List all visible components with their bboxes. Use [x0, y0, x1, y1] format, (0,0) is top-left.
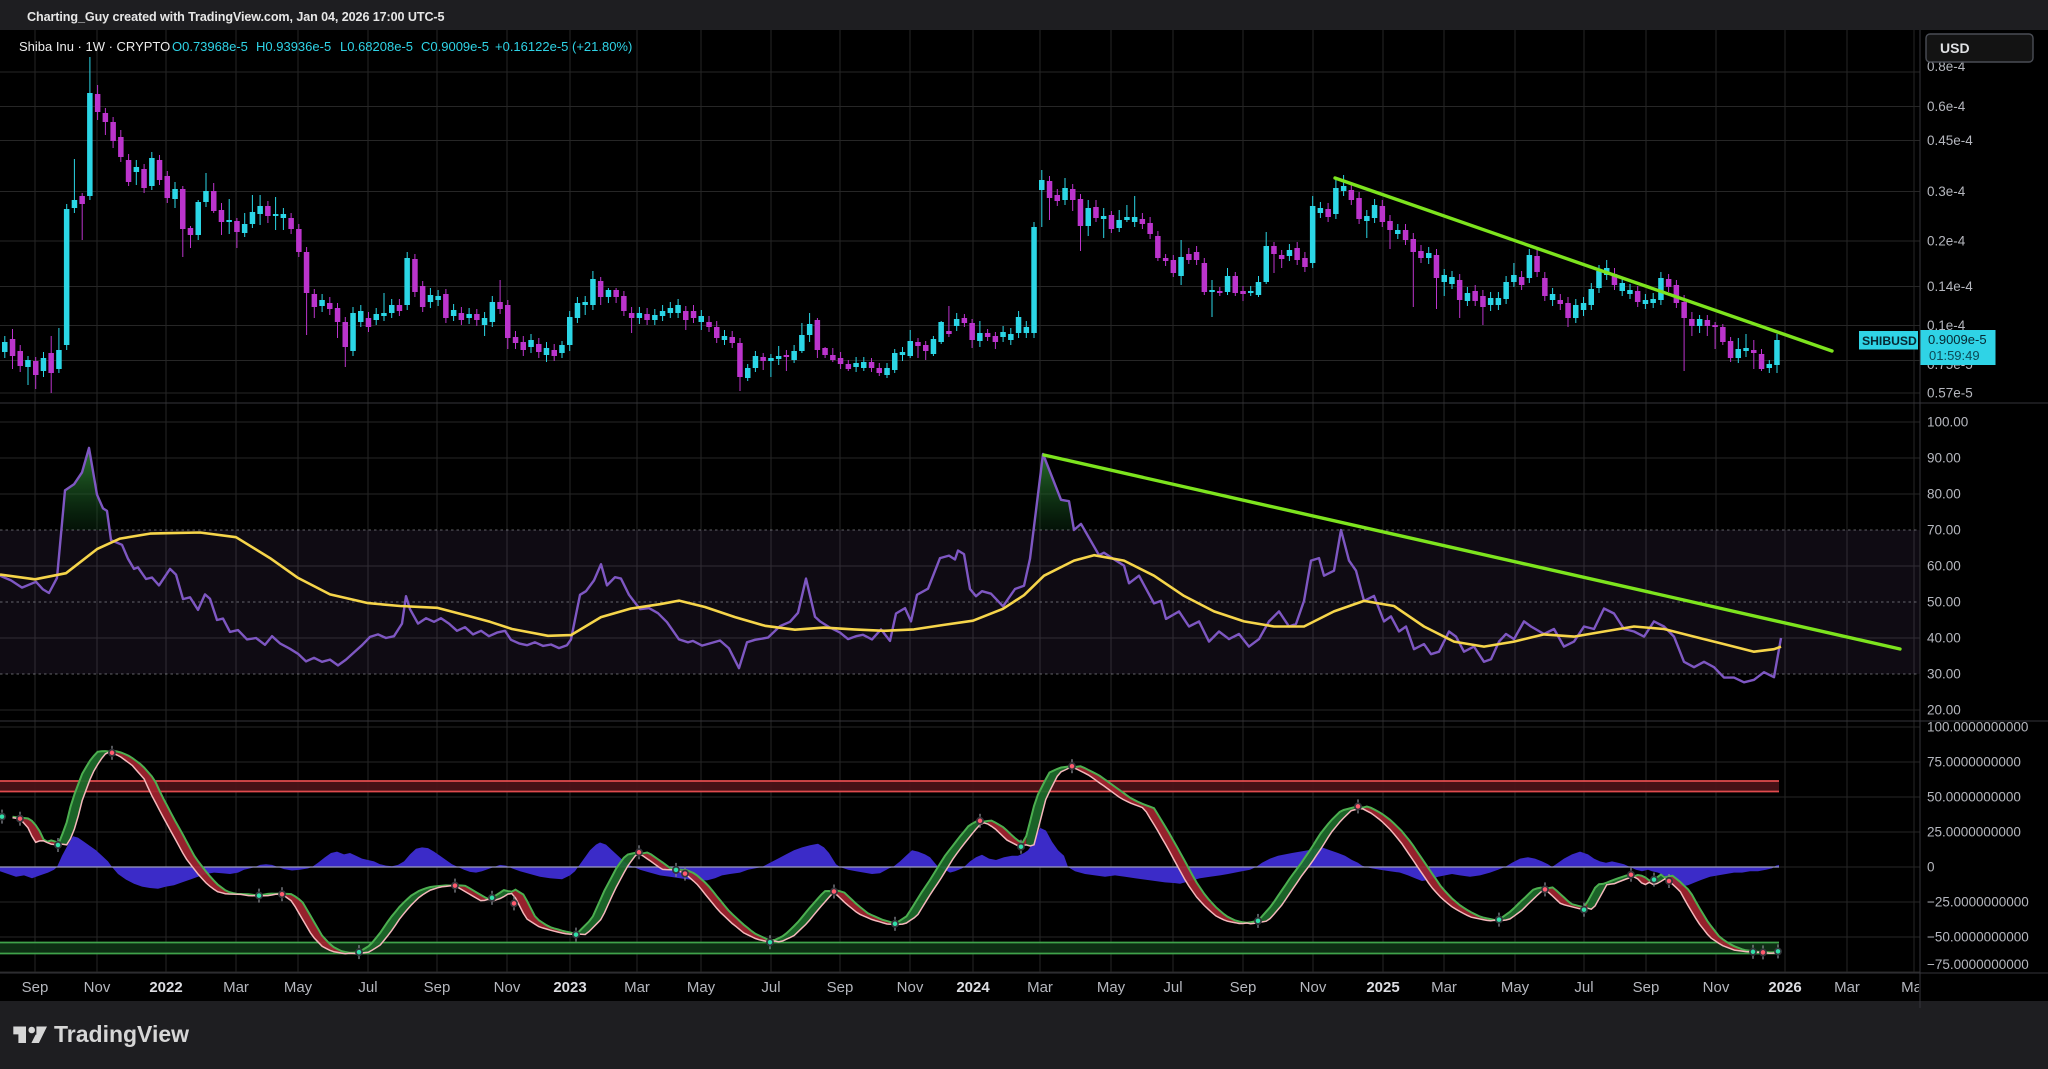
svg-text:Shiba Inu · 1W · CRYPTO: Shiba Inu · 1W · CRYPTO: [19, 39, 170, 54]
svg-text:0: 0: [1927, 860, 1935, 875]
svg-text:60.00: 60.00: [1927, 559, 1961, 574]
svg-text:Mar: Mar: [1431, 979, 1457, 996]
svg-text:−50.0000000000: −50.0000000000: [1927, 930, 2029, 945]
svg-text:Jul: Jul: [1163, 979, 1182, 996]
svg-text:Charting_Guy created with Trad: Charting_Guy created with TradingView.co…: [27, 10, 445, 24]
svg-text:Nov: Nov: [1703, 979, 1730, 996]
svg-text:Jul: Jul: [358, 979, 377, 996]
svg-text:2022: 2022: [149, 979, 182, 996]
svg-text:Nov: Nov: [84, 979, 111, 996]
svg-text:May: May: [284, 979, 313, 996]
svg-text:May: May: [1501, 979, 1530, 996]
svg-text:0.57e-5: 0.57e-5: [1927, 386, 1973, 401]
svg-text:Sep: Sep: [22, 979, 49, 996]
svg-text:May: May: [687, 979, 716, 996]
svg-text:0.45e-4: 0.45e-4: [1927, 133, 1973, 148]
svg-text:Mar: Mar: [624, 979, 650, 996]
svg-text:USD: USD: [1940, 40, 1970, 56]
svg-text:40.00: 40.00: [1927, 631, 1961, 646]
svg-text:Jul: Jul: [761, 979, 780, 996]
svg-text:0.14e-4: 0.14e-4: [1927, 279, 1973, 294]
svg-text:50.00: 50.00: [1927, 595, 1961, 610]
svg-text:Nov: Nov: [897, 979, 924, 996]
svg-text:Sep: Sep: [827, 979, 854, 996]
svg-text:Mar: Mar: [1027, 979, 1053, 996]
svg-text:2025: 2025: [1366, 979, 1399, 996]
svg-text:0.6e-4: 0.6e-4: [1927, 99, 1966, 114]
svg-text:100.0000000000: 100.0000000000: [1927, 720, 2028, 735]
svg-text:100.00: 100.00: [1927, 415, 1968, 430]
svg-text:O0.73968e-5: O0.73968e-5: [172, 39, 248, 54]
svg-text:30.00: 30.00: [1927, 667, 1961, 682]
svg-text:Nov: Nov: [1300, 979, 1327, 996]
svg-text:L0.68208e-5: L0.68208e-5: [340, 39, 413, 54]
svg-text:75.0000000000: 75.0000000000: [1927, 755, 2021, 770]
svg-text:−75.0000000000: −75.0000000000: [1927, 957, 2029, 972]
svg-text:2024: 2024: [956, 979, 990, 996]
svg-text:May: May: [1097, 979, 1126, 996]
svg-text:2023: 2023: [553, 979, 586, 996]
svg-text:Sep: Sep: [1230, 979, 1257, 996]
svg-text:SHIBUSD: SHIBUSD: [1862, 334, 1917, 348]
svg-text:Mar: Mar: [1834, 979, 1860, 996]
svg-text:−25.0000000000: −25.0000000000: [1927, 895, 2029, 910]
svg-text:2026: 2026: [1768, 979, 1801, 996]
svg-text:0.9009e-5: 0.9009e-5: [1928, 332, 1987, 347]
svg-text:90.00: 90.00: [1927, 451, 1961, 466]
svg-text:50.0000000000: 50.0000000000: [1927, 790, 2021, 805]
svg-text:01:59:49: 01:59:49: [1929, 348, 1980, 363]
svg-text:Jul: Jul: [1574, 979, 1593, 996]
svg-text:25.0000000000: 25.0000000000: [1927, 825, 2021, 840]
svg-text:+0.16122e-5 (+21.80%): +0.16122e-5 (+21.80%): [495, 39, 632, 54]
svg-text:C0.9009e-5: C0.9009e-5: [421, 39, 489, 54]
svg-text:TradingView: TradingView: [54, 1021, 189, 1047]
svg-text:Sep: Sep: [1633, 979, 1660, 996]
svg-text:H0.93936e-5: H0.93936e-5: [256, 39, 331, 54]
svg-text:20.00: 20.00: [1927, 703, 1961, 718]
svg-text:Nov: Nov: [494, 979, 521, 996]
svg-text:0.3e-4: 0.3e-4: [1927, 184, 1966, 199]
svg-text:70.00: 70.00: [1927, 523, 1961, 538]
svg-text:Mar: Mar: [223, 979, 249, 996]
svg-text:Sep: Sep: [424, 979, 451, 996]
svg-text:80.00: 80.00: [1927, 487, 1961, 502]
svg-text:0.2e-4: 0.2e-4: [1927, 234, 1966, 249]
